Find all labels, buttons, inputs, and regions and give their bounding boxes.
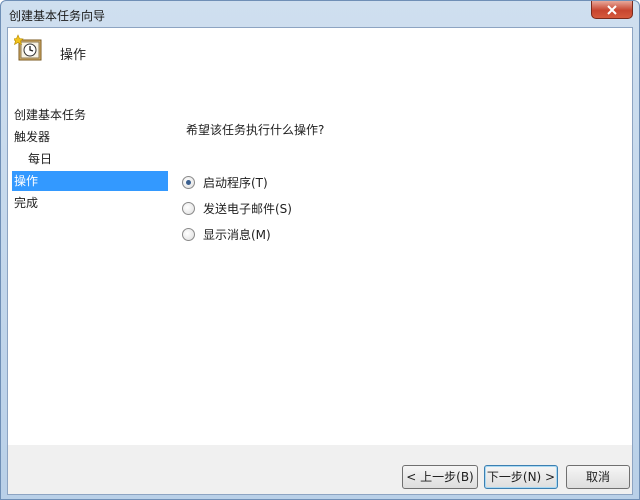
page-title: 操作: [60, 48, 87, 63]
action-panel: 希望该任务执行什么操作? 启动程序(T) 发送电子邮件(S) 显示消息(M): [172, 105, 632, 445]
step-finish[interactable]: 完成: [12, 193, 168, 213]
next-button[interactable]: 下一步(N) >: [484, 465, 558, 489]
clock-icon: [12, 34, 44, 64]
back-button[interactable]: < 上一步(B): [402, 465, 478, 489]
radio-label[interactable]: 显示消息(M): [203, 226, 271, 243]
radio-button[interactable]: [182, 227, 195, 241]
radio-button[interactable]: [182, 201, 195, 215]
wizard-header: 操作: [8, 28, 632, 105]
close-icon: [607, 4, 617, 15]
radio-label[interactable]: 发送电子邮件(S): [203, 200, 292, 217]
window-title: 创建基本任务向导: [9, 9, 106, 23]
close-button[interactable]: [591, 1, 633, 19]
step-action[interactable]: 操作: [12, 171, 168, 191]
radio-start-program[interactable]: 启动程序(T): [182, 173, 268, 191]
radio-button[interactable]: [182, 175, 195, 189]
radio-send-email[interactable]: 发送电子邮件(S): [182, 199, 292, 217]
step-daily[interactable]: 每日: [12, 149, 168, 169]
button-bar: < 上一步(B) 下一步(N) > 取消: [8, 445, 632, 494]
step-trigger[interactable]: 触发器: [12, 127, 168, 147]
radio-label[interactable]: 启动程序(T): [203, 174, 268, 191]
radio-show-message[interactable]: 显示消息(M): [182, 225, 271, 243]
cancel-button[interactable]: 取消: [566, 465, 630, 489]
action-question: 希望该任务执行什么操作?: [186, 123, 325, 137]
step-create-basic-task[interactable]: 创建基本任务: [12, 105, 168, 125]
wizard-window: 创建基本任务向导 操作 创建基本任务 触发器 每日 操作 完成 希望该任务执行什…: [0, 0, 640, 500]
wizard-steps-sidebar: 创建基本任务 触发器 每日 操作 完成: [8, 105, 172, 494]
title-bar[interactable]: 创建基本任务向导: [1, 1, 639, 27]
client-area: 操作 创建基本任务 触发器 每日 操作 完成 希望该任务执行什么操作? 启动程序…: [7, 27, 633, 495]
